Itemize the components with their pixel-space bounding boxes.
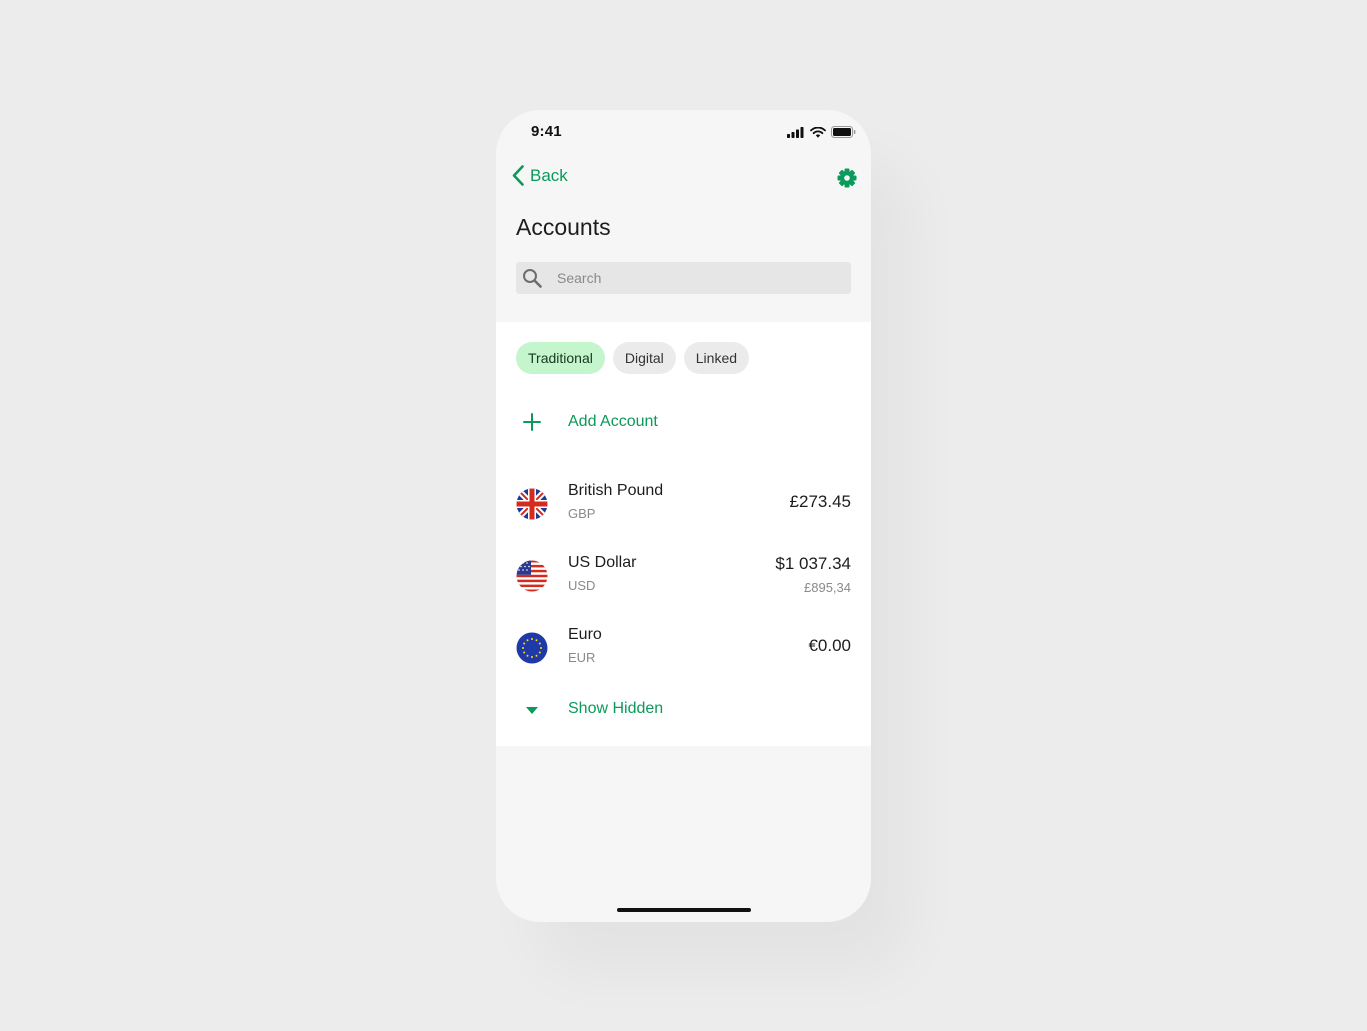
status-time: 9:41 xyxy=(531,123,562,140)
account-converted-balance: £895,34 xyxy=(804,580,851,595)
page-title: Accounts xyxy=(516,214,611,240)
account-name: US Dollar xyxy=(568,554,637,571)
search-icon xyxy=(523,269,542,288)
status-icons xyxy=(787,126,856,138)
add-account-button[interactable]: Add Account xyxy=(496,406,871,438)
account-row-usd[interactable]: US Dollar USD $1 037.34 £895,34 xyxy=(496,548,871,604)
account-code: GBP xyxy=(568,506,596,521)
us-flag-icon xyxy=(516,560,548,592)
search-bar[interactable] xyxy=(516,262,851,294)
show-hidden-label: Show Hidden xyxy=(568,700,664,717)
battery-icon xyxy=(831,126,856,138)
chip-traditional[interactable]: Traditional xyxy=(516,342,605,374)
gear-icon xyxy=(837,168,857,188)
settings-button[interactable] xyxy=(837,168,857,188)
eu-flag-icon xyxy=(516,632,548,664)
cellular-signal-icon xyxy=(787,126,804,138)
wifi-icon xyxy=(810,126,826,138)
account-row-eur[interactable]: Euro EUR €0.00 xyxy=(496,620,871,676)
show-hidden-button[interactable]: Show Hidden xyxy=(496,694,871,726)
account-code: USD xyxy=(568,578,596,593)
accounts-panel: Traditional Digital Linked Add Account B… xyxy=(496,322,871,746)
caret-down-icon xyxy=(526,707,538,714)
status-bar: 9:41 xyxy=(496,110,871,154)
plus-icon xyxy=(523,413,541,431)
filter-chips: Traditional Digital Linked xyxy=(516,342,750,374)
uk-flag-icon xyxy=(516,488,548,520)
phone-screen: 9:41 Back Accounts Search Traditional Di… xyxy=(496,110,871,922)
account-balance: €0.00 xyxy=(808,636,851,655)
account-name: British Pound xyxy=(568,482,664,499)
add-account-label: Add Account xyxy=(568,413,658,430)
navigation-bar: Back xyxy=(496,162,871,194)
back-button[interactable]: Back xyxy=(512,165,568,186)
search-input[interactable] xyxy=(555,269,819,287)
home-indicator[interactable] xyxy=(617,908,751,912)
account-balance: $1 037.34 xyxy=(775,554,851,573)
chip-digital[interactable]: Digital xyxy=(612,342,676,374)
account-name: Euro xyxy=(568,626,602,643)
chevron-left-icon xyxy=(512,165,524,186)
chip-linked[interactable]: Linked xyxy=(683,342,750,374)
account-code: EUR xyxy=(568,650,596,665)
back-label: Back xyxy=(530,165,568,185)
account-row-gbp[interactable]: British Pound GBP £273.45 xyxy=(496,476,871,532)
account-balance: £273.45 xyxy=(789,492,851,511)
